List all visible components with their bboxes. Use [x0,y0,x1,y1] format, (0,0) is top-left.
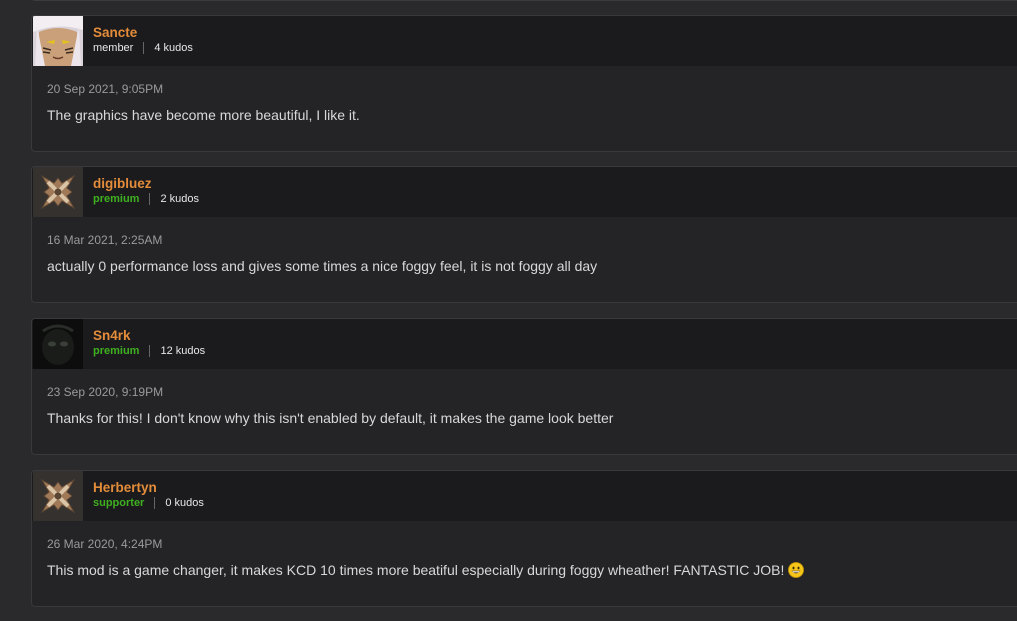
user-role: member [93,42,134,54]
comment-text: actually 0 performance loss and gives so… [47,258,598,274]
comment-card: Sn4rk premium 12 kudos 23 Sep 2020, 9:19… [31,318,1017,455]
user-role: supporter [93,497,145,509]
comment-date: 20 Sep 2021, 9:05PM [47,82,164,96]
user-role: premium [93,345,140,357]
avatar[interactable] [33,471,83,521]
meta-divider [149,345,151,357]
kudos-count: 4 kudos [154,42,193,54]
user-meta: supporter 0 kudos [93,497,204,509]
meta-divider [149,193,151,205]
grinning-face-icon [788,562,805,582]
avatar[interactable] [33,16,83,66]
user-meta: premium 2 kudos [93,193,199,205]
comment-header: Sn4rk premium 12 kudos [32,319,1017,369]
comment-text: This mod is a game changer, it makes KCD… [47,562,785,578]
comment-card: Herbertyn supporter 0 kudos 26 Mar 2020,… [31,470,1017,607]
kudos-count: 12 kudos [160,345,206,357]
kudos-count: 2 kudos [160,193,199,205]
avatar[interactable] [33,319,83,369]
comment-header: digibluez premium 2 kudos [32,167,1017,217]
comment-date: 16 Mar 2021, 2:25AM [47,233,163,247]
username[interactable]: Herbertyn [93,480,157,495]
comment-date: 23 Sep 2020, 9:19PM [47,385,164,399]
comment-body: 16 Mar 2021, 2:25AM actually 0 performan… [32,217,1017,275]
meta-divider [143,42,145,54]
comment-date: 26 Mar 2020, 4:24PM [47,537,163,551]
comment-body: 26 Mar 2020, 4:24PM This mod is a game c… [32,521,1017,582]
previous-comment-edge [31,0,1017,1]
kudos-count: 0 kudos [165,497,204,509]
comment-text-container: This mod is a game changer, it makes KCD… [47,561,1007,582]
comment-text: Thanks for this! I don't know why this i… [47,410,614,426]
avatar[interactable] [33,167,83,217]
username[interactable]: Sancte [93,25,137,40]
comment-card: digibluez premium 2 kudos 16 Mar 2021, 2… [31,166,1017,303]
comment-header: Sancte member 4 kudos [32,16,1017,66]
user-meta: premium 12 kudos [93,345,205,357]
username[interactable]: Sn4rk [93,328,131,343]
comment-header: Herbertyn supporter 0 kudos [32,471,1017,521]
comment-text: The graphics have become more beautiful,… [47,107,360,123]
comment-card: Sancte member 4 kudos 20 Sep 2021, 9:05P… [31,15,1017,152]
comments-page: Sancte member 4 kudos 20 Sep 2021, 9:05P… [0,0,1017,621]
user-meta: member 4 kudos [93,42,193,54]
comment-body: 23 Sep 2020, 9:19PM Thanks for this! I d… [32,369,1017,427]
user-role: premium [93,193,140,205]
meta-divider [154,497,156,509]
comment-body: 20 Sep 2021, 9:05PM The graphics have be… [32,66,1017,124]
username[interactable]: digibluez [93,176,152,191]
